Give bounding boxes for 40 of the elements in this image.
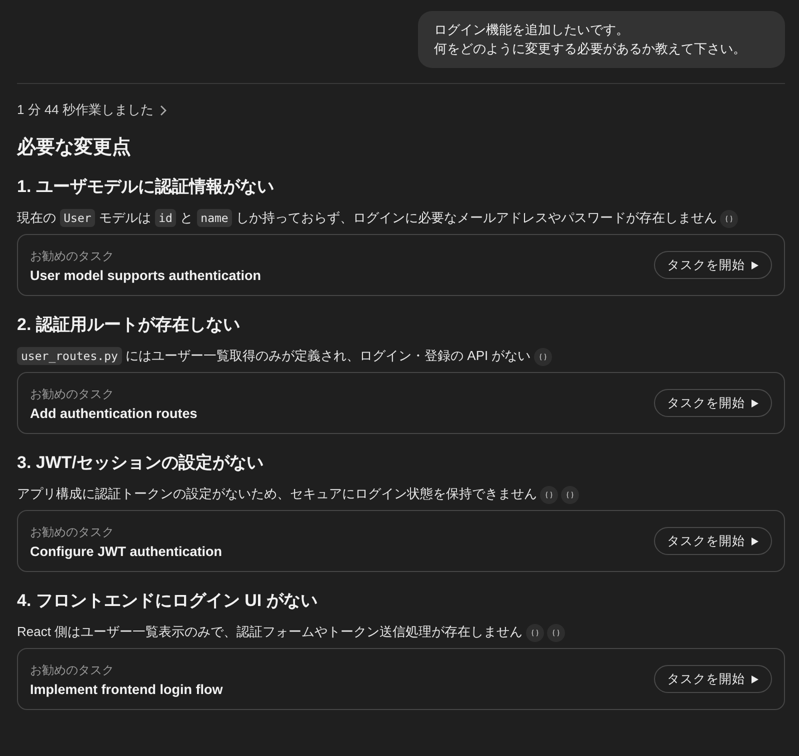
- braces-icon: [530, 628, 539, 637]
- task-label: お勧めのタスク: [30, 524, 115, 540]
- task-title: User model supports authentication: [30, 268, 262, 282]
- citation-button[interactable]: [546, 624, 565, 642]
- citation-button[interactable]: [534, 348, 552, 366]
- citation-button[interactable]: [526, 624, 544, 642]
- citation-button[interactable]: [561, 486, 579, 504]
- section-heading: 4. フロントエンドにログイン UI がない: [17, 590, 318, 612]
- chevron-icon: [160, 104, 167, 116]
- play-icon: [751, 674, 759, 684]
- braces-icon: [538, 352, 547, 361]
- task-title: Configure JWT authentication: [30, 544, 222, 558]
- section-title: 必要な変更点: [17, 136, 132, 160]
- braces-icon: [566, 490, 574, 499]
- citation-button[interactable]: [720, 210, 738, 228]
- description-text: アプリ構成に認証トークンの設定がないため、セキュアにログイン状態を保持できません: [17, 486, 537, 501]
- description-text: user_routes.py にはユーザー一覧取得のみが定義され、ログイン・登録の API がない: [17, 348, 531, 363]
- citation-button[interactable]: [540, 486, 558, 504]
- play-icon: [751, 536, 759, 546]
- braces-icon: [545, 490, 553, 499]
- play-icon: [751, 398, 759, 408]
- braces-icon: [552, 628, 560, 637]
- section-heading: 2. 認証用ルートが存在しない: [17, 314, 241, 336]
- task-label: お勧めのタスク: [30, 248, 115, 264]
- section-heading: 3. JWT/セッションの設定がない: [17, 452, 265, 474]
- start-task-button[interactable]: タスクを開始: [654, 665, 772, 693]
- description-text: 現在の User モデルは id と name しか持っておらず、ログインに必要なメールアドレスやパスワードが存在しません: [17, 210, 717, 225]
- task-title: Implement frontend login flow: [30, 682, 223, 696]
- task-label: お勧めのタスク: [30, 662, 115, 678]
- play-icon: [751, 260, 759, 270]
- task-label: お勧めのタスク: [30, 386, 115, 402]
- section-heading: 1. ユーザモデルに認証情報がない: [17, 176, 275, 198]
- start-task-button[interactable]: タスクを開始: [654, 251, 772, 279]
- start-task-button[interactable]: タスクを開始: [654, 389, 772, 417]
- start-task-button[interactable]: タスクを開始: [654, 527, 772, 555]
- task-title: Add authentication routes: [30, 406, 198, 420]
- description-text: React 側はユーザー一覧表示のみで、認証フォームやトークン送信処理が存在しません: [17, 624, 523, 639]
- work-summary-toggle[interactable]: 1 分 44 秒作業しました: [17, 101, 167, 119]
- braces-icon: [724, 214, 733, 223]
- user-message-bubble: ログイン機能を追加したいです。 何をどのように変更する必要があるか教えて下さい。: [418, 11, 785, 68]
